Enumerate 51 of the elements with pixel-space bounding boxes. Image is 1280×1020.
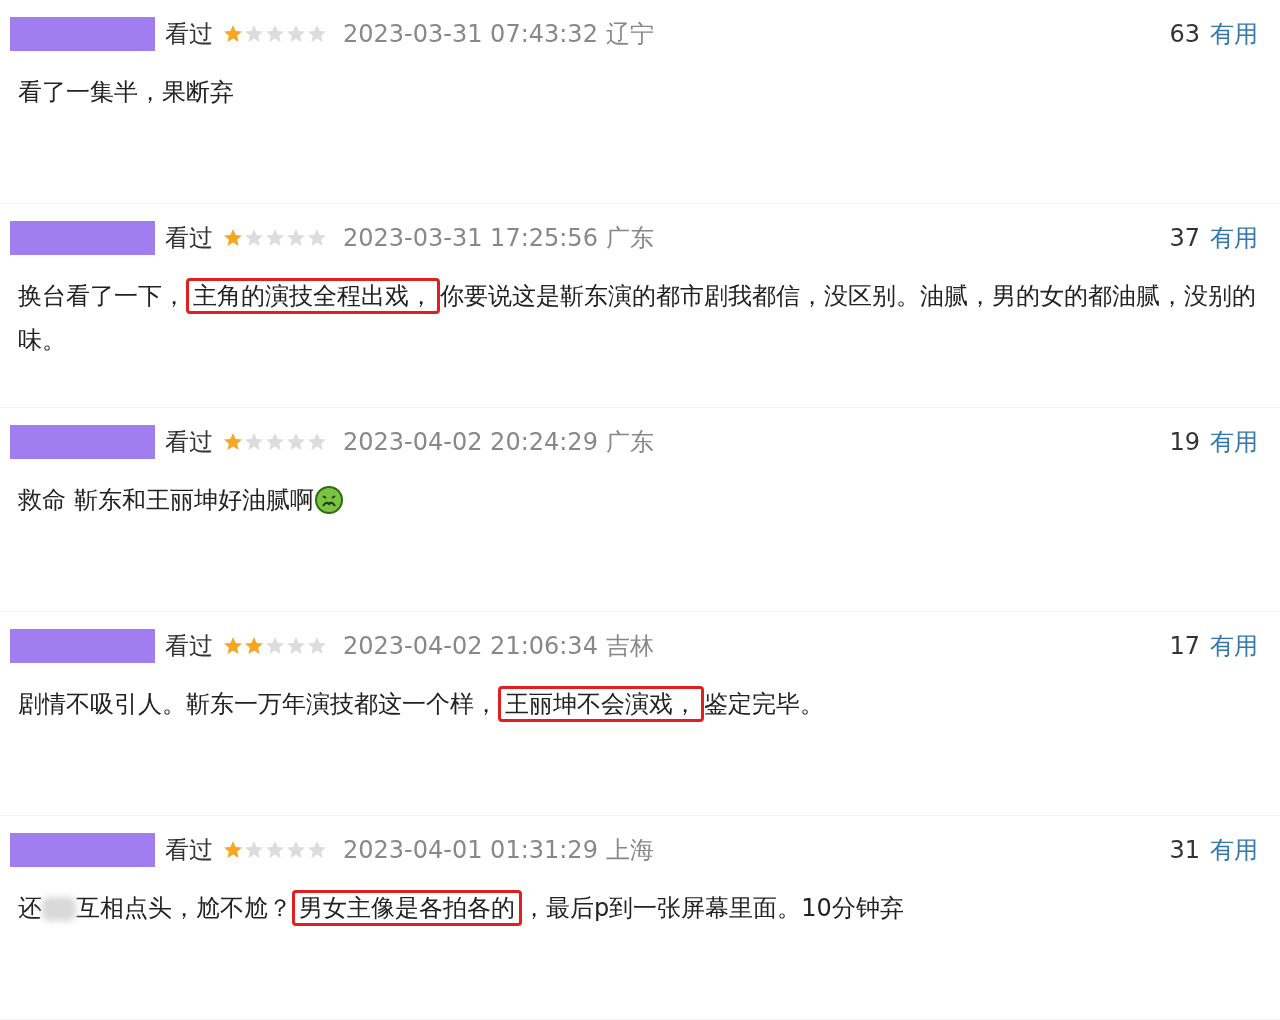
star-icon [286, 24, 306, 44]
comment-time: 2023-04-02 21:06:34 吉林 [343, 631, 654, 662]
star-icon [307, 840, 327, 860]
star-icon [223, 432, 243, 452]
star-icon [244, 636, 264, 656]
star-icon [286, 840, 306, 860]
useful-link[interactable]: 有用 [1210, 834, 1258, 866]
star-icon [286, 432, 306, 452]
status-label: 看过 [165, 427, 213, 458]
useful-link[interactable]: 有用 [1210, 18, 1258, 50]
star-icon [223, 228, 243, 248]
useful-link[interactable]: 有用 [1210, 630, 1258, 662]
disgusted-face-icon [313, 485, 344, 515]
star-icon [265, 636, 285, 656]
star-icon [286, 228, 306, 248]
comment-text: 还 互相点头，尬不尬？ 男女主像是各拍各的 ，最后p到一张屏幕里面。10分钟弃 [18, 886, 904, 930]
comment-text: 救命 靳东和王丽坤好油腻啊 [18, 485, 314, 516]
star-icon [307, 228, 327, 248]
star-icon [307, 432, 327, 452]
star-icon [223, 636, 243, 656]
star-icon [265, 24, 285, 44]
star-icon [265, 840, 285, 860]
useful-link[interactable]: 有用 [1210, 222, 1258, 254]
comment-text: 换台看了一下， 主角的演技全程出戏， 你要说这是靳东演的都市剧我都信，没区别。油腻，男的女的都油腻，没别的味。 [18, 274, 1258, 362]
status-label: 看过 [165, 223, 213, 254]
vote-count: 31 [1169, 836, 1200, 864]
vote-count: 17 [1169, 632, 1200, 660]
vote-count: 37 [1169, 224, 1200, 252]
star-icon [244, 24, 264, 44]
star-icon [244, 432, 264, 452]
status-label: 看过 [165, 835, 213, 866]
star-icon [286, 636, 306, 656]
comment-text: 剧情不吸引人。靳东一万年演技都这一个样， 王丽坤不会演戏， 鉴定完毕。 [18, 682, 824, 726]
star-icon [244, 840, 264, 860]
star-icon [307, 636, 327, 656]
status-label: 看过 [165, 19, 213, 50]
vote-count: 63 [1169, 20, 1200, 48]
comment-time: 2023-03-31 07:43:32 辽宁 [343, 19, 654, 50]
comment-time: 2023-04-01 01:31:29 上海 [343, 835, 654, 866]
comment-text: 看了一集半，果断弃 [18, 77, 234, 108]
star-icon [244, 228, 264, 248]
comment-time: 2023-03-31 17:25:56 广东 [343, 223, 654, 254]
status-label: 看过 [165, 631, 213, 662]
comment-time: 2023-04-02 20:24:29 广东 [343, 427, 654, 458]
star-icon [307, 24, 327, 44]
star-icon [265, 432, 285, 452]
useful-link[interactable]: 有用 [1210, 426, 1258, 458]
star-icon [265, 228, 285, 248]
star-icon [223, 24, 243, 44]
star-icon [223, 840, 243, 860]
vote-count: 19 [1169, 428, 1200, 456]
